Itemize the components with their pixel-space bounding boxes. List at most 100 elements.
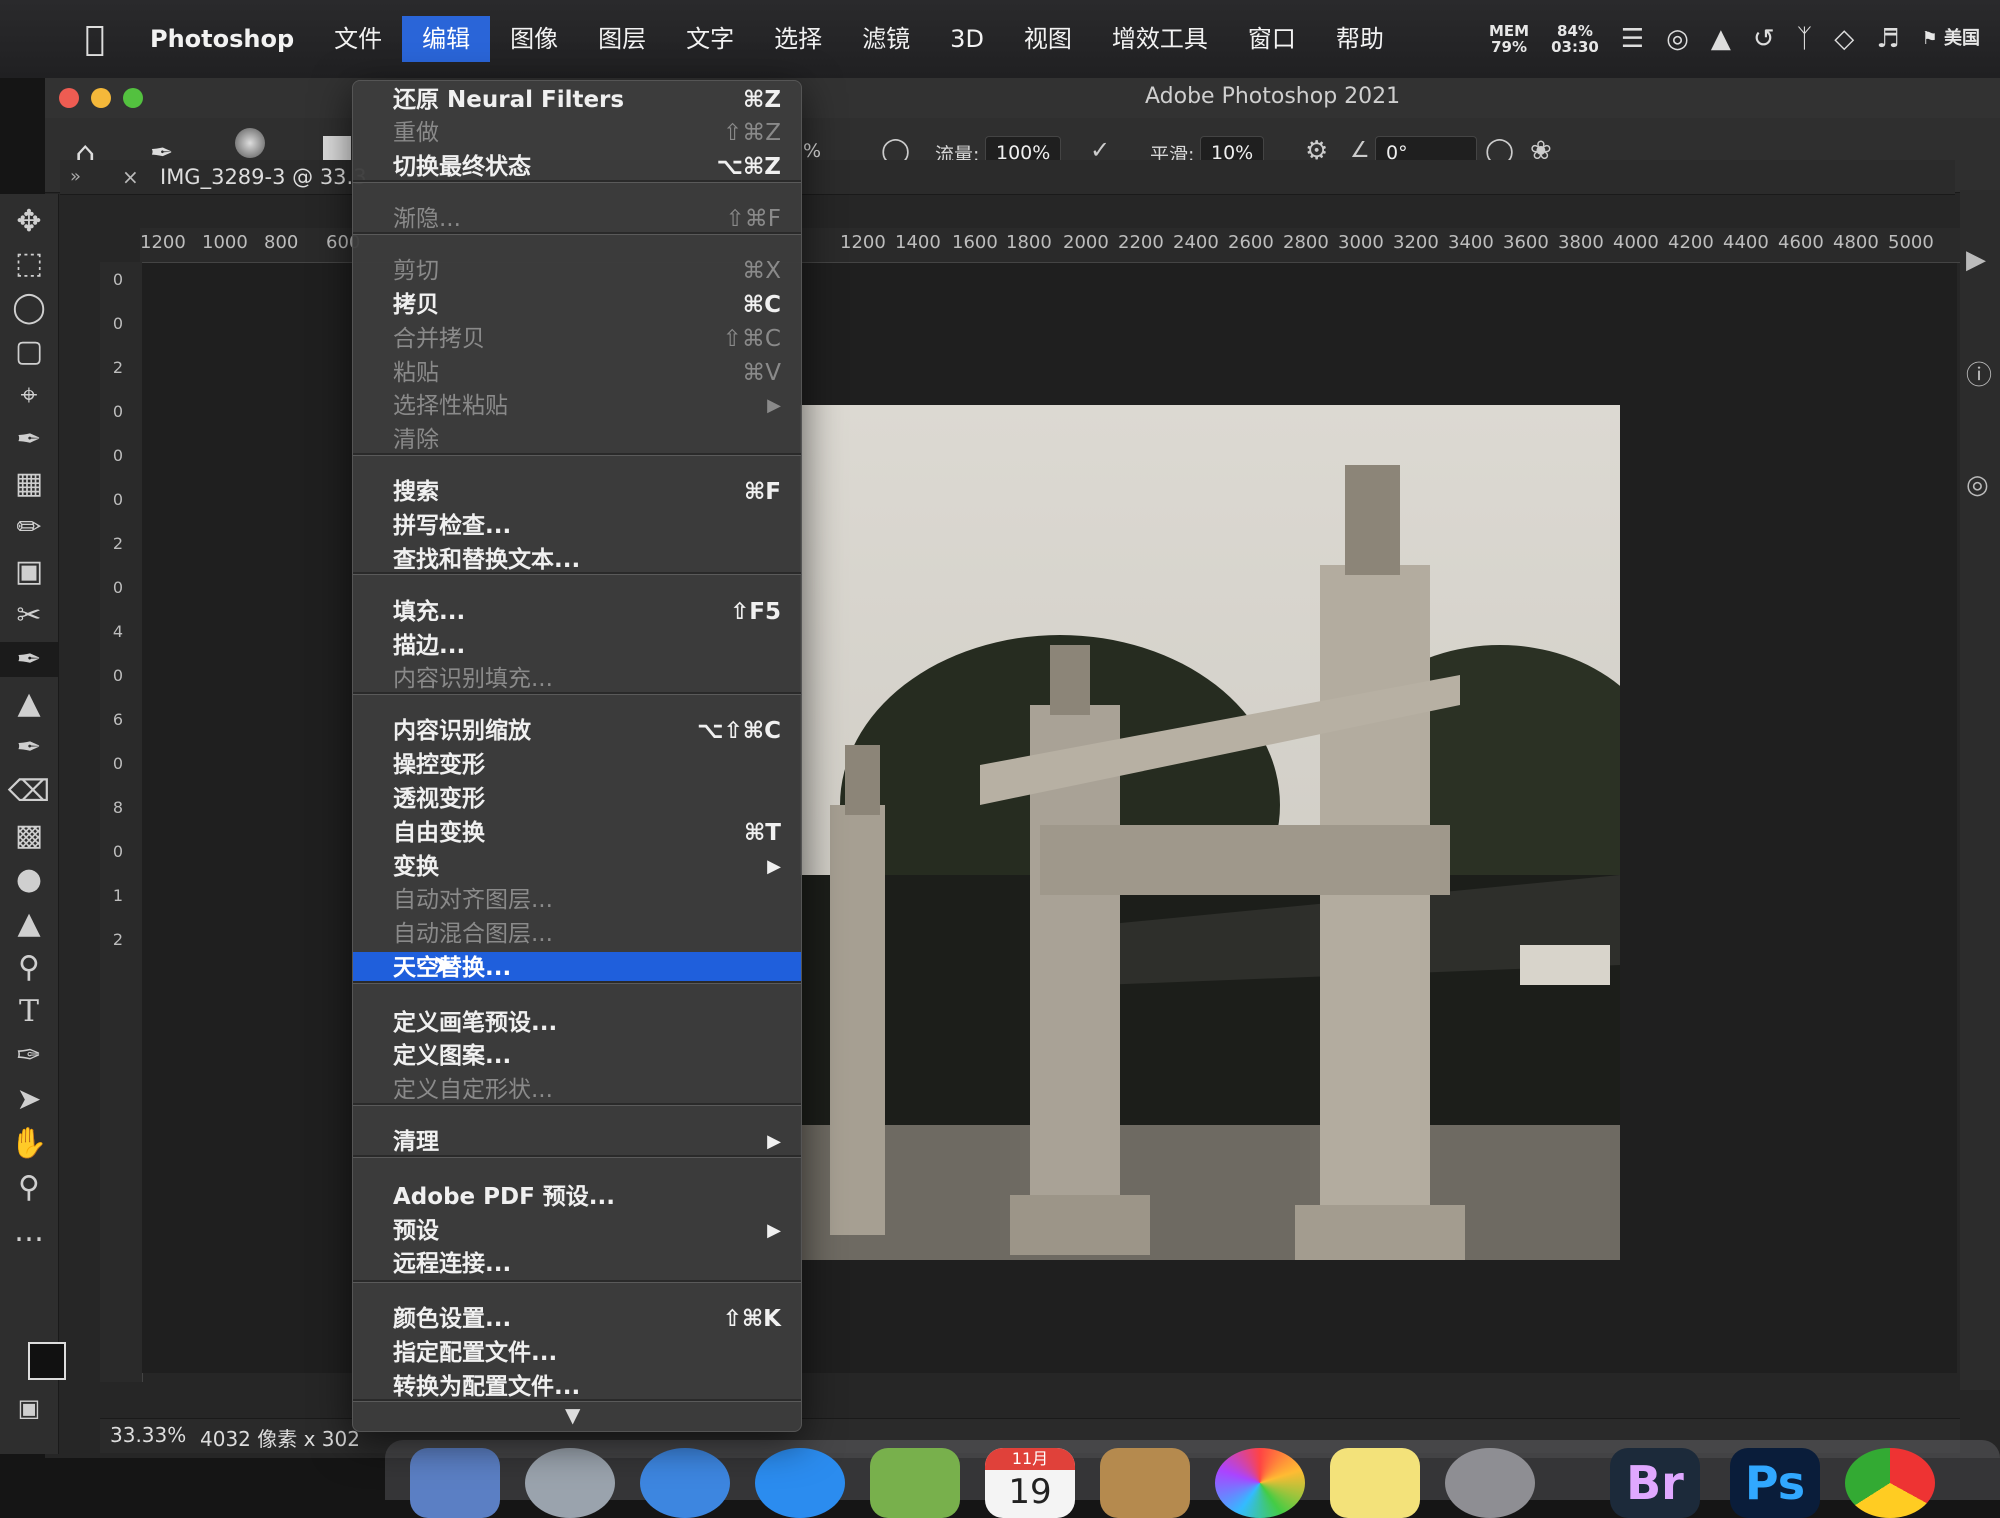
sharpen-tool-icon[interactable]: ▲	[0, 906, 58, 941]
contacts-icon[interactable]	[1100, 1448, 1190, 1518]
gradient-tool-icon[interactable]: ▩	[0, 818, 58, 853]
menu-file[interactable]: 文件	[314, 16, 402, 62]
eyedropper-tool-icon[interactable]: ✒	[0, 422, 58, 457]
maps-icon[interactable]	[870, 1448, 960, 1518]
expand-panels-icon[interactable]: »	[60, 160, 91, 194]
airplay-icon[interactable]: ▲	[1711, 24, 1731, 54]
menu-item[interactable]: 填充... ⇧F5	[353, 596, 801, 628]
crop-tool-icon[interactable]: ⌖	[0, 378, 58, 413]
apple-logo-icon[interactable]: 	[60, 19, 130, 59]
bluetooth-icon[interactable]: ᛉ	[1797, 24, 1813, 54]
path-selection-tool-icon[interactable]: ➤	[0, 1082, 58, 1117]
volume-icon[interactable]: ♬	[1876, 24, 1899, 54]
eraser-tool-icon[interactable]: ⌫	[0, 774, 58, 809]
info-icon[interactable]: ⓘ	[1966, 355, 1992, 392]
zoom-window-button[interactable]	[123, 88, 143, 108]
launchpad-icon[interactable]	[525, 1448, 615, 1518]
finder-icon[interactable]	[410, 1448, 500, 1518]
menu-item[interactable]: 还原 Neural Filters ⌘Z	[353, 84, 801, 116]
close-window-button[interactable]	[59, 88, 79, 108]
menu-item[interactable]: 指定配置文件...	[353, 1337, 801, 1369]
stamp-tool-icon[interactable]: ▲	[0, 686, 58, 721]
menu-item[interactable]: 清理 ▶	[353, 1126, 801, 1158]
menu-item[interactable]: 拷贝 ⌘C	[353, 289, 801, 321]
photos-icon[interactable]	[1215, 1448, 1305, 1518]
dodge-tool-icon[interactable]: ⚲	[0, 950, 58, 985]
input-method[interactable]: ⚑ 美国	[1922, 30, 1980, 48]
scroll-down-arrow-icon[interactable]: ▼	[565, 1403, 580, 1427]
memory-status[interactable]: MEM 79%	[1489, 23, 1529, 55]
app-store-icon[interactable]	[755, 1448, 845, 1518]
stack-icon[interactable]: ☰	[1621, 24, 1644, 54]
adjustments-icon[interactable]: ◎	[1966, 470, 1989, 500]
menu-item[interactable]: 颜色设置... ⇧⌘K	[353, 1303, 801, 1335]
menu-select[interactable]: 选择	[754, 16, 842, 62]
menu-item[interactable]: 操控变形	[353, 749, 801, 781]
chrome-icon[interactable]	[1845, 1448, 1935, 1518]
document-tab[interactable]: IMG_3289-3 @ 33.3	[150, 160, 377, 194]
brush-tip-preview[interactable]	[235, 128, 265, 158]
play-icon[interactable]: ▶	[1966, 245, 1986, 275]
menu-item[interactable]: 切换最终状态 ⌥⌘Z	[353, 151, 801, 183]
menu-item[interactable]: 自由变换 ⌘T	[353, 817, 801, 849]
brush-tool-icon[interactable]: ✒	[0, 642, 58, 677]
menu-item[interactable]: 定义画笔预设...	[353, 1007, 801, 1039]
minimize-window-button[interactable]	[91, 88, 111, 108]
healing-brush-tool-icon[interactable]: ▦	[0, 466, 58, 501]
menu-plugins[interactable]: 增效工具	[1092, 16, 1228, 62]
menu-item[interactable]: 透视变形	[353, 783, 801, 815]
battery-status[interactable]: 84% 03:30	[1551, 23, 1599, 55]
system-preferences-icon[interactable]	[1445, 1448, 1535, 1518]
menu-help[interactable]: 帮助	[1316, 16, 1404, 62]
notes-icon[interactable]	[1330, 1448, 1420, 1518]
lasso-tool-icon[interactable]: ◯	[0, 290, 58, 325]
frame-tool-icon[interactable]: ▣	[0, 554, 58, 589]
menu-item[interactable]: 远程连接...	[353, 1248, 801, 1280]
marquee-tool-icon[interactable]: ⬚	[0, 246, 58, 281]
menu-item[interactable]: 转换为配置文件...	[353, 1371, 801, 1403]
menu-filter[interactable]: 滤镜	[842, 16, 930, 62]
object-selection-tool-icon[interactable]: ▢	[0, 334, 58, 369]
blur-tool-icon[interactable]: ●	[0, 862, 58, 897]
pencil-tool-icon[interactable]: ✏	[0, 510, 58, 545]
menu-3d[interactable]: 3D	[930, 16, 1004, 62]
move-tool-icon[interactable]: ✥	[0, 204, 58, 239]
menu-item[interactable]: 内容识别缩放 ⌥⇧⌘C	[353, 715, 801, 747]
menu-item[interactable]: 描边...	[353, 630, 801, 662]
quick-mask-icon[interactable]: ▣	[0, 1394, 58, 1422]
document-info[interactable]: 4032 像素 x 302	[200, 1423, 360, 1452]
vpn-icon[interactable]: ◎	[1666, 24, 1689, 54]
bridge-app-icon[interactable]: Br	[1610, 1448, 1700, 1518]
menu-item[interactable]: 预设 ▶	[353, 1215, 801, 1247]
foreground-color-swatch[interactable]	[28, 1342, 66, 1380]
menu-item[interactable]: 变换 ▶	[353, 851, 801, 883]
document-image[interactable]	[800, 405, 1620, 1260]
menu-view[interactable]: 视图	[1004, 16, 1092, 62]
menu-item-sky-replacement[interactable]: 天空替换...	[353, 952, 801, 984]
calendar-icon[interactable]: 11月 19	[985, 1448, 1075, 1518]
more-tools-icon[interactable]: …	[0, 1214, 58, 1249]
menu-layer[interactable]: 图层	[578, 16, 666, 62]
photoshop-app-icon[interactable]: Ps	[1730, 1448, 1820, 1518]
menu-edit[interactable]: 编辑	[402, 16, 491, 62]
type-tool-icon[interactable]: T	[0, 994, 58, 1029]
time-machine-icon[interactable]: ↺	[1753, 24, 1775, 54]
menu-app-photoshop[interactable]: Photoshop	[130, 16, 314, 62]
menu-type[interactable]: 文字	[666, 16, 754, 62]
menu-item[interactable]: 拼写检查...	[353, 510, 801, 542]
menu-item[interactable]: Adobe PDF 预设...	[353, 1181, 801, 1213]
close-tab-icon[interactable]: ×	[122, 160, 139, 194]
zoom-level[interactable]: 33.33%	[110, 1423, 186, 1447]
menu-item[interactable]: 搜索 ⌘F	[353, 476, 801, 508]
menu-item[interactable]: 定义图案...	[353, 1040, 801, 1072]
history-brush-tool-icon[interactable]: ✒	[0, 730, 58, 765]
pen-tool-icon[interactable]: ✑	[0, 1038, 58, 1073]
hand-tool-icon[interactable]: ✋	[0, 1126, 58, 1161]
safari-icon[interactable]	[640, 1448, 730, 1518]
wifi-icon[interactable]: ◇	[1834, 24, 1854, 54]
zoom-tool-icon[interactable]: ⚲	[0, 1170, 58, 1205]
menu-image[interactable]: 图像	[490, 16, 578, 62]
menu-window[interactable]: 窗口	[1228, 16, 1316, 62]
scissors-tool-icon[interactable]: ✂	[0, 598, 58, 633]
menu-item[interactable]: 查找和替换文本...	[353, 544, 801, 576]
